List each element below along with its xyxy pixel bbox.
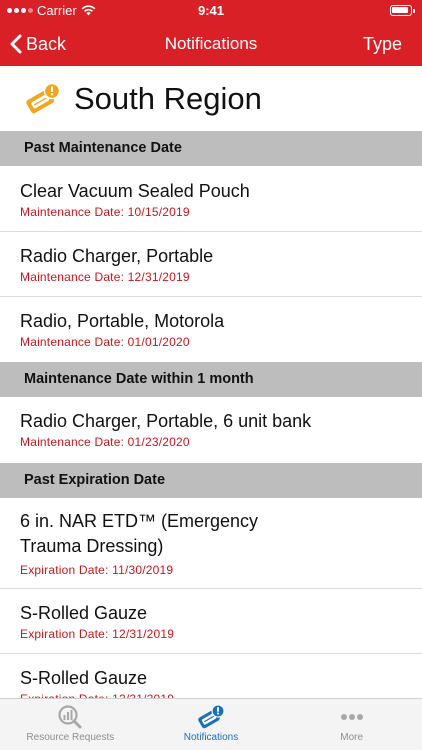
item-date: Maintenance Date: 01/01/2020 xyxy=(20,335,190,349)
tab-notifications[interactable]: Notifications xyxy=(141,699,282,750)
list-item[interactable]: Radio, Portable, Motorola Maintenance Da… xyxy=(0,297,422,362)
item-name: Clear Vacuum Sealed Pouch xyxy=(20,181,250,201)
battery-icon xyxy=(390,5,415,16)
list-item[interactable]: S-Rolled Gauze Expiration Date: 12/31/20… xyxy=(0,589,422,654)
navigation-bar: Back Notifications Type xyxy=(0,22,422,66)
item-name: Radio, Portable, Motorola xyxy=(20,311,225,331)
back-label: Back xyxy=(26,33,67,54)
list-item[interactable]: Radio Charger, Portable, 6 unit bank Mai… xyxy=(0,397,422,463)
tab-label: Notifications xyxy=(183,732,239,743)
magnifier-chart-icon xyxy=(58,705,82,729)
notification-badge-icon xyxy=(198,704,225,729)
item-date: Maintenance Date: 01/23/2020 xyxy=(20,435,190,449)
item-name: S-Rolled Gauze xyxy=(20,603,148,623)
item-name: Radio Charger, Portable xyxy=(20,246,214,266)
item-date: Maintenance Date: 12/31/2019 xyxy=(20,270,190,284)
status-bar: Carrier 9:41 xyxy=(0,0,422,22)
tab-label: More xyxy=(340,732,364,743)
item-date: Expiration Date: 12/31/2019 xyxy=(20,627,175,641)
item-name: Radio Charger, Portable, 6 unit bank xyxy=(20,411,312,431)
item-date: Expiration Date: 11/30/2019 xyxy=(20,563,174,577)
region-title: South Region xyxy=(74,80,262,116)
chevron-left-icon xyxy=(10,34,22,54)
tab-more[interactable]: More xyxy=(281,699,422,750)
list-item[interactable]: 6 in. NAR ETD™ (Emergency Trauma Dressin… xyxy=(0,498,422,589)
section-header-past-maintenance: Past Maintenance Date xyxy=(0,131,422,166)
item-name-line-2: Trauma Dressing) xyxy=(20,536,164,556)
type-filter-button[interactable]: Type xyxy=(363,22,402,66)
item-name-line-1: 6 in. NAR ETD™ (Emergency xyxy=(20,511,259,531)
item-date: Maintenance Date: 10/15/2019 xyxy=(20,205,190,219)
tab-bar: Resource Requests Notifications More xyxy=(0,698,422,750)
region-header: South Region xyxy=(0,66,422,131)
list-item[interactable]: Clear Vacuum Sealed Pouch Maintenance Da… xyxy=(0,166,422,232)
tab-resource-requests[interactable]: Resource Requests xyxy=(0,699,141,750)
section-header-maintenance-within-month: Maintenance Date within 1 month xyxy=(0,362,422,397)
back-button[interactable]: Back xyxy=(10,22,66,66)
status-time: 9:41 xyxy=(197,3,225,18)
notification-badge-icon xyxy=(26,82,60,113)
section-header-past-expiration: Past Expiration Date xyxy=(0,463,422,498)
list-item[interactable]: Radio Charger, Portable Maintenance Date… xyxy=(0,232,422,297)
item-name: S-Rolled Gauze xyxy=(20,668,148,688)
more-dots-icon xyxy=(340,714,363,720)
tab-label: Resource Requests xyxy=(26,732,115,743)
